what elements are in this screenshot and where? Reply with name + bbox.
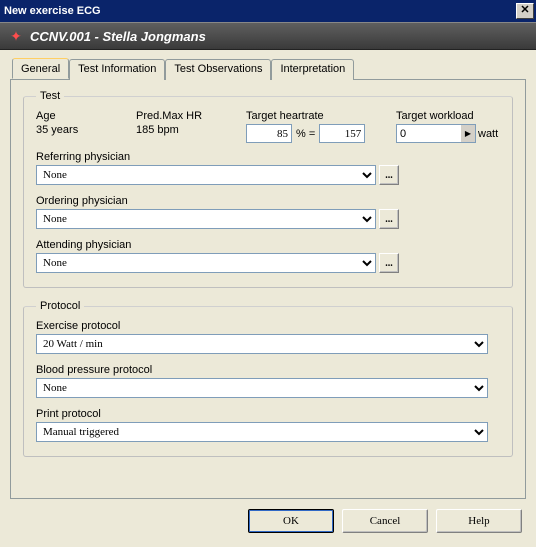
close-icon[interactable]: ✕: [516, 3, 534, 19]
target-hr-mid: % =: [296, 128, 315, 140]
exercise-protocol-select[interactable]: 20 Watt / min: [36, 334, 488, 354]
play-icon[interactable]: ▶: [460, 125, 475, 142]
bp-protocol-label: Blood pressure protocol: [36, 364, 500, 376]
target-hr-value-input[interactable]: [319, 124, 365, 143]
tab-panel-general: Test Age 35 years Pred.Max HR 185 bpm Ta…: [10, 79, 526, 499]
attending-physician-select[interactable]: None: [36, 253, 376, 273]
protocol-legend: Protocol: [36, 300, 84, 312]
age-value: 35 years: [36, 124, 136, 136]
tab-test-information[interactable]: Test Information: [69, 59, 165, 80]
target-workload-unit: watt: [478, 128, 498, 140]
referring-physician-select[interactable]: None: [36, 165, 376, 185]
referring-physician-browse-button[interactable]: ...: [379, 165, 399, 185]
tab-general[interactable]: General: [12, 58, 69, 79]
exercise-protocol-label: Exercise protocol: [36, 320, 500, 332]
title-bar: New exercise ECG ✕: [0, 0, 536, 22]
target-workload-input[interactable]: 0 ▶: [396, 124, 476, 143]
tab-strip: General Test Information Test Observatio…: [10, 59, 526, 80]
target-workload-label: Target workload: [396, 110, 500, 122]
ordering-physician-label: Ordering physician: [36, 195, 500, 207]
ordering-physician-browse-button[interactable]: ...: [379, 209, 399, 229]
target-workload-value: 0: [400, 128, 406, 140]
tab-test-observations[interactable]: Test Observations: [165, 59, 271, 80]
print-protocol-label: Print protocol: [36, 408, 500, 420]
dialog-button-row: OK Cancel Help: [10, 499, 526, 533]
age-label: Age: [36, 110, 136, 122]
patient-title: CCNV.001 - Stella Jongmans: [30, 29, 206, 44]
help-button[interactable]: Help: [436, 509, 522, 533]
ok-button[interactable]: OK: [248, 509, 334, 533]
print-protocol-select[interactable]: Manual triggered: [36, 422, 488, 442]
referring-physician-label: Referring physician: [36, 151, 500, 163]
window-title: New exercise ECG: [4, 5, 101, 17]
predmax-value: 185 bpm: [136, 124, 246, 136]
tab-interpretation[interactable]: Interpretation: [271, 59, 354, 80]
cancel-button[interactable]: Cancel: [342, 509, 428, 533]
predmax-label: Pred.Max HR: [136, 110, 246, 122]
target-hr-label: Target heartrate: [246, 110, 396, 122]
attending-physician-label: Attending physician: [36, 239, 500, 251]
ordering-physician-select[interactable]: None: [36, 209, 376, 229]
patient-header: ✦ CCNV.001 - Stella Jongmans: [0, 22, 536, 50]
protocol-fieldset: Protocol Exercise protocol 20 Watt / min…: [23, 300, 513, 457]
bp-protocol-select[interactable]: None: [36, 378, 488, 398]
test-legend: Test: [36, 90, 64, 102]
patient-icon: ✦: [8, 28, 24, 44]
attending-physician-browse-button[interactable]: ...: [379, 253, 399, 273]
target-hr-pct-input[interactable]: [246, 124, 292, 143]
test-fieldset: Test Age 35 years Pred.Max HR 185 bpm Ta…: [23, 90, 513, 288]
